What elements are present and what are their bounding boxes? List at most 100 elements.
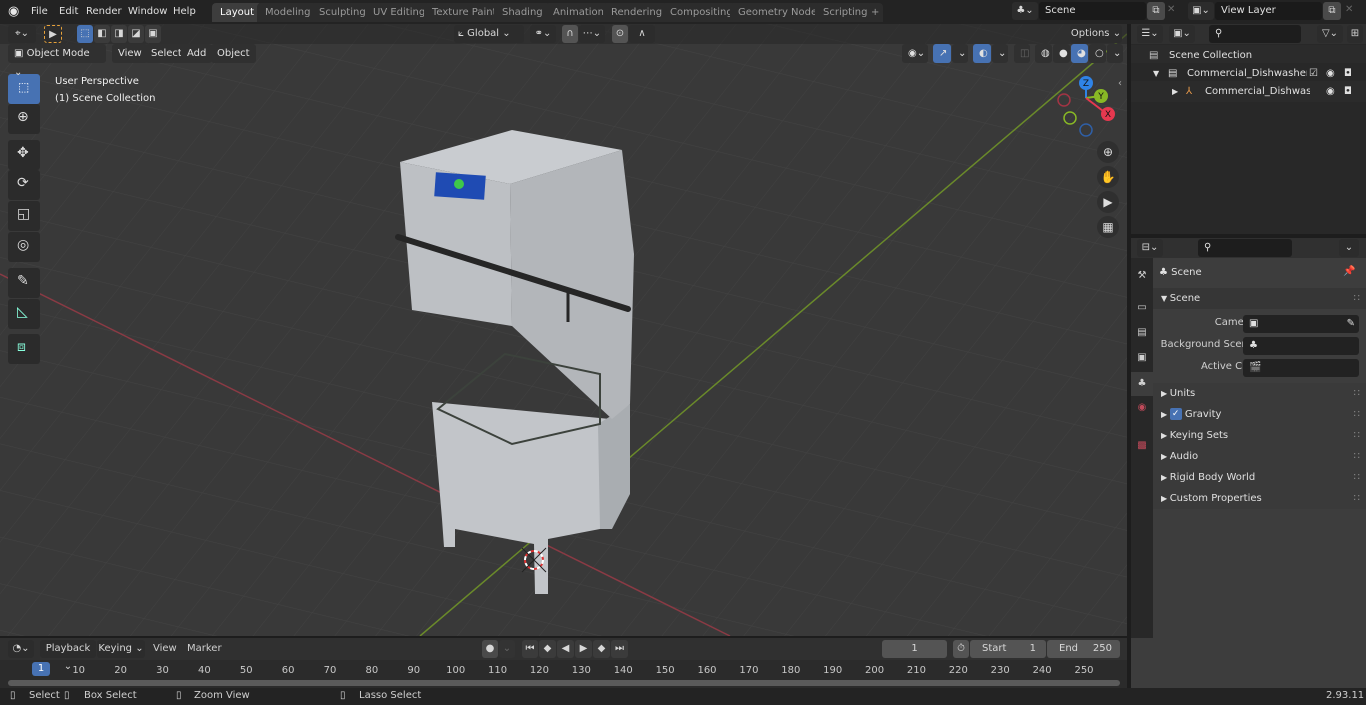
- view-layer-selector-button[interactable]: ▣⌄: [1188, 2, 1214, 20]
- editor-type-button[interactable]: ⌖⌄: [8, 25, 36, 43]
- tab-modeling[interactable]: Modeling: [257, 3, 319, 22]
- mode-subtract-button[interactable]: ◨: [111, 25, 127, 43]
- playhead[interactable]: 1: [32, 662, 50, 676]
- snap-toggle[interactable]: ∩: [562, 25, 578, 43]
- tool-cursor[interactable]: ⊕: [8, 104, 40, 134]
- jump-end-button[interactable]: ⏭: [611, 640, 628, 658]
- tool-annotate[interactable]: ✎: [8, 268, 40, 298]
- play-reverse-button[interactable]: ◀: [557, 640, 574, 658]
- active-tool-button[interactable]: ▶: [44, 25, 62, 43]
- proportional-edit-toggle[interactable]: ⊙: [612, 25, 628, 43]
- shading-solid[interactable]: ●: [1053, 44, 1070, 63]
- drag-handle-icon[interactable]: ∷: [1354, 446, 1360, 467]
- camera-field[interactable]: ▣ ✎: [1243, 315, 1359, 333]
- neg-z-axis-handle[interactable]: [1079, 123, 1093, 137]
- panel-scene-header[interactable]: ▼ Scene ∷: [1153, 288, 1366, 309]
- ortho-toggle-button[interactable]: ▦: [1097, 216, 1119, 238]
- properties-search-input[interactable]: ⚲: [1198, 239, 1292, 257]
- delete-view-layer-icon[interactable]: ✕: [1345, 4, 1353, 15]
- drag-handle-icon[interactable]: ∷: [1354, 383, 1360, 404]
- tab-shading[interactable]: Shading: [494, 3, 551, 22]
- drag-handle-icon[interactable]: ∷: [1354, 288, 1360, 309]
- transform-orientation-dropdown[interactable]: ⟀ Global ⌄: [454, 25, 524, 43]
- viewport-menu-view[interactable]: View: [112, 44, 148, 63]
- object-mode-dropdown[interactable]: ▣ Object Mode ⌄: [8, 44, 106, 78]
- next-keyframe-button[interactable]: ◆: [593, 640, 610, 658]
- neg-y-axis-handle[interactable]: [1063, 111, 1077, 125]
- tab-texture-paint[interactable]: Texture Paint: [424, 3, 505, 22]
- tool-move[interactable]: ✥: [8, 140, 40, 170]
- keying-dropdown[interactable]: Keying ⌄: [97, 640, 145, 658]
- overlay-toggle[interactable]: ◐: [973, 44, 991, 63]
- sidebar-toggle-icon[interactable]: ‹: [1118, 78, 1122, 89]
- tab-texture[interactable]: ▩: [1133, 436, 1151, 456]
- viewport-menu-add[interactable]: Add: [181, 44, 213, 63]
- expand-arrow-icon[interactable]: ▶: [1172, 81, 1178, 102]
- scene-name-field[interactable]: Scene: [1039, 2, 1146, 20]
- outliner-search-input[interactable]: ⚲: [1209, 25, 1301, 43]
- eyedropper-icon[interactable]: ✎: [1347, 315, 1355, 333]
- background-scene-field[interactable]: ♣: [1243, 337, 1359, 355]
- tab-compositing[interactable]: Compositing: [662, 3, 741, 22]
- jump-start-button[interactable]: ⏮: [522, 640, 538, 658]
- panel-units[interactable]: ▶ Units ∷: [1153, 383, 1366, 404]
- snap-target-dropdown[interactable]: ⋯⌄: [579, 25, 605, 43]
- 3d-cursor[interactable]: [521, 547, 547, 573]
- timeline-menu-view[interactable]: View: [153, 643, 177, 654]
- menu-window[interactable]: Window: [122, 3, 173, 21]
- mode-invert-button[interactable]: ◪: [128, 25, 144, 43]
- outliner-editor-type[interactable]: ☰⌄: [1137, 25, 1163, 43]
- tab-render[interactable]: ▭: [1133, 298, 1151, 318]
- tool-select-box[interactable]: ⬚: [8, 74, 40, 104]
- mode-extend-button[interactable]: ◧: [94, 25, 110, 43]
- gizmo-toggle[interactable]: ↗: [933, 44, 951, 63]
- neg-x-axis-handle[interactable]: [1057, 93, 1071, 107]
- end-frame-field[interactable]: End 250: [1047, 640, 1120, 658]
- new-view-layer-button[interactable]: ⧉: [1323, 2, 1341, 20]
- tab-uv-editing[interactable]: UV Editing: [365, 3, 434, 22]
- timeline-scrollbar[interactable]: [8, 680, 1120, 686]
- tab-view-layer[interactable]: ▣: [1133, 348, 1151, 368]
- panel-keying-sets[interactable]: ▶ Keying Sets ∷: [1153, 425, 1366, 446]
- viewport-menu-object[interactable]: Object: [211, 44, 256, 63]
- menu-file[interactable]: File: [25, 3, 54, 21]
- tool-measure[interactable]: ◺: [8, 299, 40, 329]
- overlay-dropdown[interactable]: ⌄: [992, 44, 1008, 63]
- mode-new-button[interactable]: ⬚: [77, 25, 93, 43]
- gravity-checkbox[interactable]: ✓: [1169, 408, 1182, 420]
- properties-editor-type[interactable]: ⊟⌄: [1137, 239, 1163, 257]
- new-collection-button[interactable]: ⊞: [1347, 25, 1363, 43]
- new-scene-button[interactable]: ⧉: [1147, 2, 1165, 20]
- tool-add-cube[interactable]: ⧈: [8, 334, 40, 364]
- panel-custom-properties[interactable]: ▶ Custom Properties ∷: [1153, 488, 1366, 509]
- view-layer-name-field[interactable]: View Layer: [1215, 2, 1322, 20]
- drag-handle-icon[interactable]: ∷: [1354, 488, 1360, 509]
- shading-material[interactable]: ◕: [1071, 44, 1088, 63]
- delete-scene-icon[interactable]: ✕: [1167, 4, 1175, 15]
- xray-toggle[interactable]: ◫: [1014, 44, 1030, 63]
- playback-dropdown[interactable]: Playback ⌄: [40, 640, 96, 672]
- timeline-editor-type[interactable]: ◔⌄: [8, 640, 34, 658]
- drag-handle-icon[interactable]: ∷: [1354, 404, 1360, 425]
- panel-gravity[interactable]: ▶ ✓ Gravity ∷: [1153, 404, 1366, 425]
- panel-rigid-body-world[interactable]: ▶ Rigid Body World ∷: [1153, 467, 1366, 488]
- blender-logo-icon[interactable]: ◉: [8, 4, 19, 19]
- add-workspace-button[interactable]: +: [867, 3, 884, 22]
- pivot-point-dropdown[interactable]: ⚭⌄: [530, 25, 556, 43]
- pin-icon[interactable]: 📌: [1343, 266, 1355, 277]
- render-camera-icon[interactable]: ◘: [1344, 81, 1352, 102]
- preview-range-toggle[interactable]: ⏱: [953, 640, 969, 658]
- shading-dropdown[interactable]: ⌄: [1107, 44, 1123, 63]
- auto-keying-toggle[interactable]: ●: [482, 640, 498, 658]
- tab-rendering[interactable]: Rendering: [603, 3, 671, 22]
- gizmo-dropdown[interactable]: ⌄: [952, 44, 968, 63]
- active-clip-field[interactable]: 🎬: [1243, 359, 1359, 377]
- tool-rotate[interactable]: ⟳: [8, 170, 40, 200]
- outliner-row-object[interactable]: ▶ ⅄ Commercial_Dishwasher_ ◉ ◘: [1131, 81, 1366, 102]
- start-frame-field[interactable]: Start 1: [970, 640, 1046, 658]
- shading-wireframe[interactable]: ◍: [1035, 44, 1052, 63]
- timeline-menu-marker[interactable]: Marker: [187, 643, 222, 654]
- tab-layout[interactable]: Layout: [212, 3, 262, 22]
- prev-keyframe-button[interactable]: ◆: [539, 640, 556, 658]
- visibility-dropdown[interactable]: ◉⌄: [902, 44, 928, 63]
